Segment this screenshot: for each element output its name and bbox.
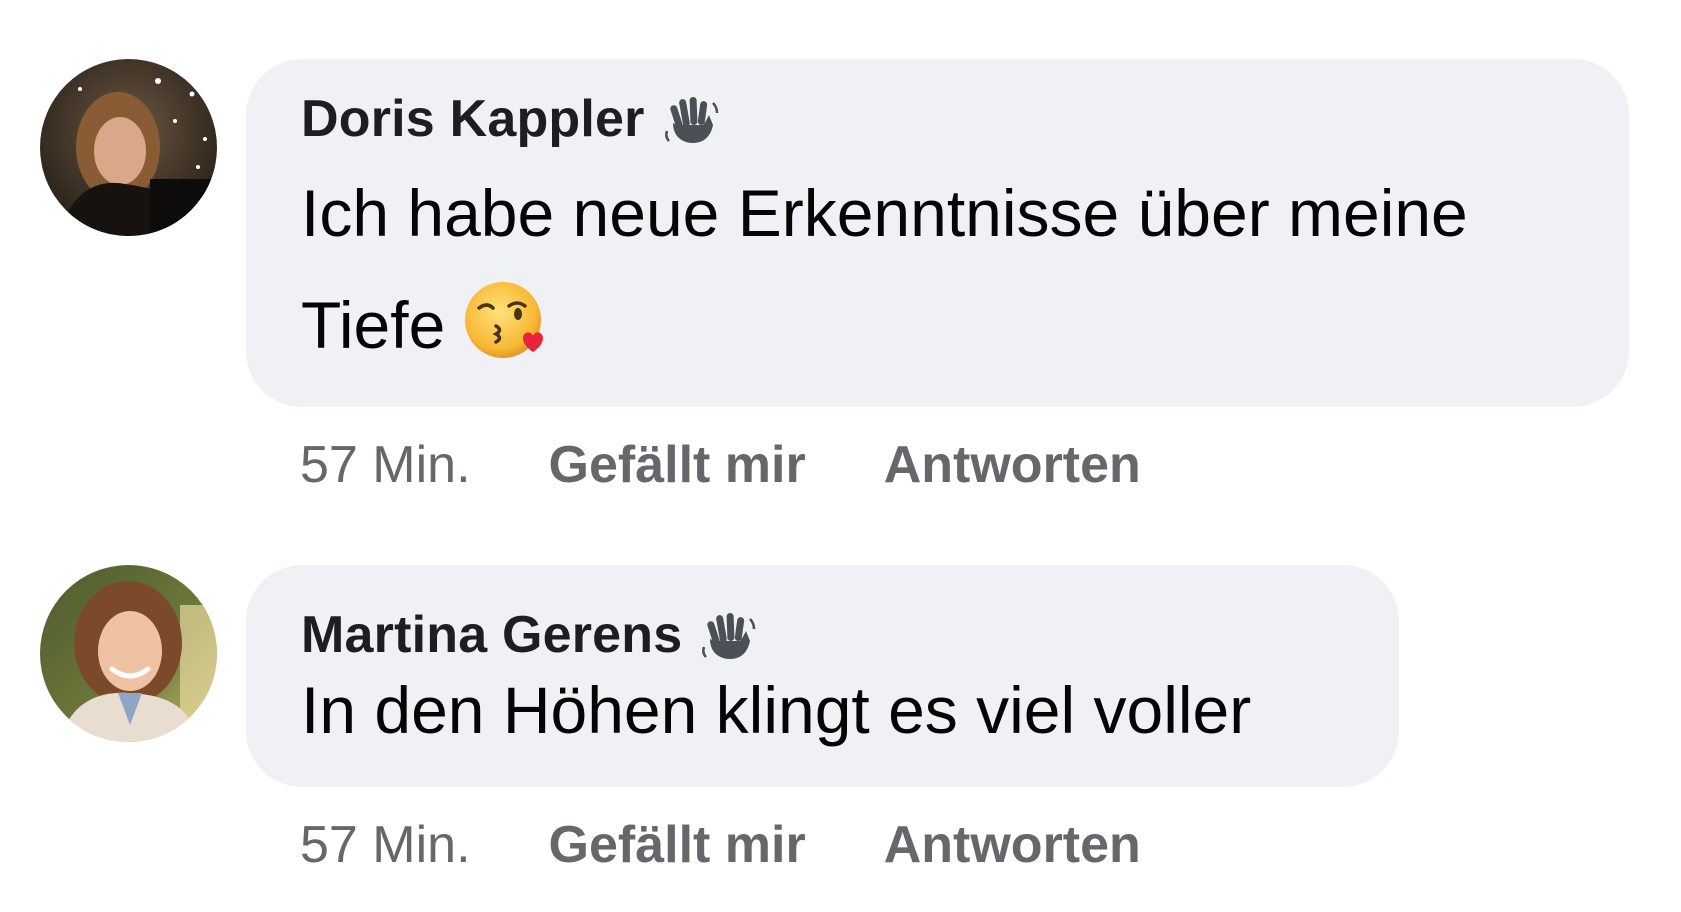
waving-hand-icon: [663, 91, 719, 147]
author-name[interactable]: Doris Kappler: [301, 89, 645, 149]
comment-timestamp[interactable]: 57 Min.: [300, 815, 471, 875]
face-blowing-kiss-icon: [463, 278, 547, 362]
comment-text-line: In den Höhen klingt es viel voller: [301, 673, 1252, 747]
comment-text-line: Tiefe: [301, 269, 1589, 381]
comment-bubble: Martina Gerens In den Höhen klingt es vi…: [246, 565, 1399, 787]
reply-button[interactable]: Antworten: [884, 435, 1141, 495]
avatar-image: [40, 565, 217, 742]
reply-button[interactable]: Antworten: [884, 815, 1141, 875]
comment-text: Tiefe: [301, 288, 446, 362]
avatar-image: [40, 59, 217, 236]
avatar[interactable]: [40, 565, 217, 742]
comment-text-line: Ich habe neue Erkenntnisse über meine: [301, 176, 1468, 250]
like-button[interactable]: Gefällt mir: [549, 815, 806, 875]
avatar[interactable]: [40, 59, 217, 236]
comment-actions: 57 Min. Gefällt mir Antworten: [300, 815, 1141, 875]
like-button[interactable]: Gefällt mir: [549, 435, 806, 495]
author-name[interactable]: Martina Gerens: [301, 605, 682, 665]
comment-bubble: Doris Kappler Ich habe neue Erkenntnisse…: [246, 59, 1629, 407]
comment-actions: 57 Min. Gefällt mir Antworten: [300, 435, 1141, 495]
comment-timestamp[interactable]: 57 Min.: [300, 435, 471, 495]
waving-hand-icon: [700, 607, 756, 663]
author-row: Martina Gerens: [301, 605, 1359, 665]
author-row: Doris Kappler: [301, 89, 1589, 149]
